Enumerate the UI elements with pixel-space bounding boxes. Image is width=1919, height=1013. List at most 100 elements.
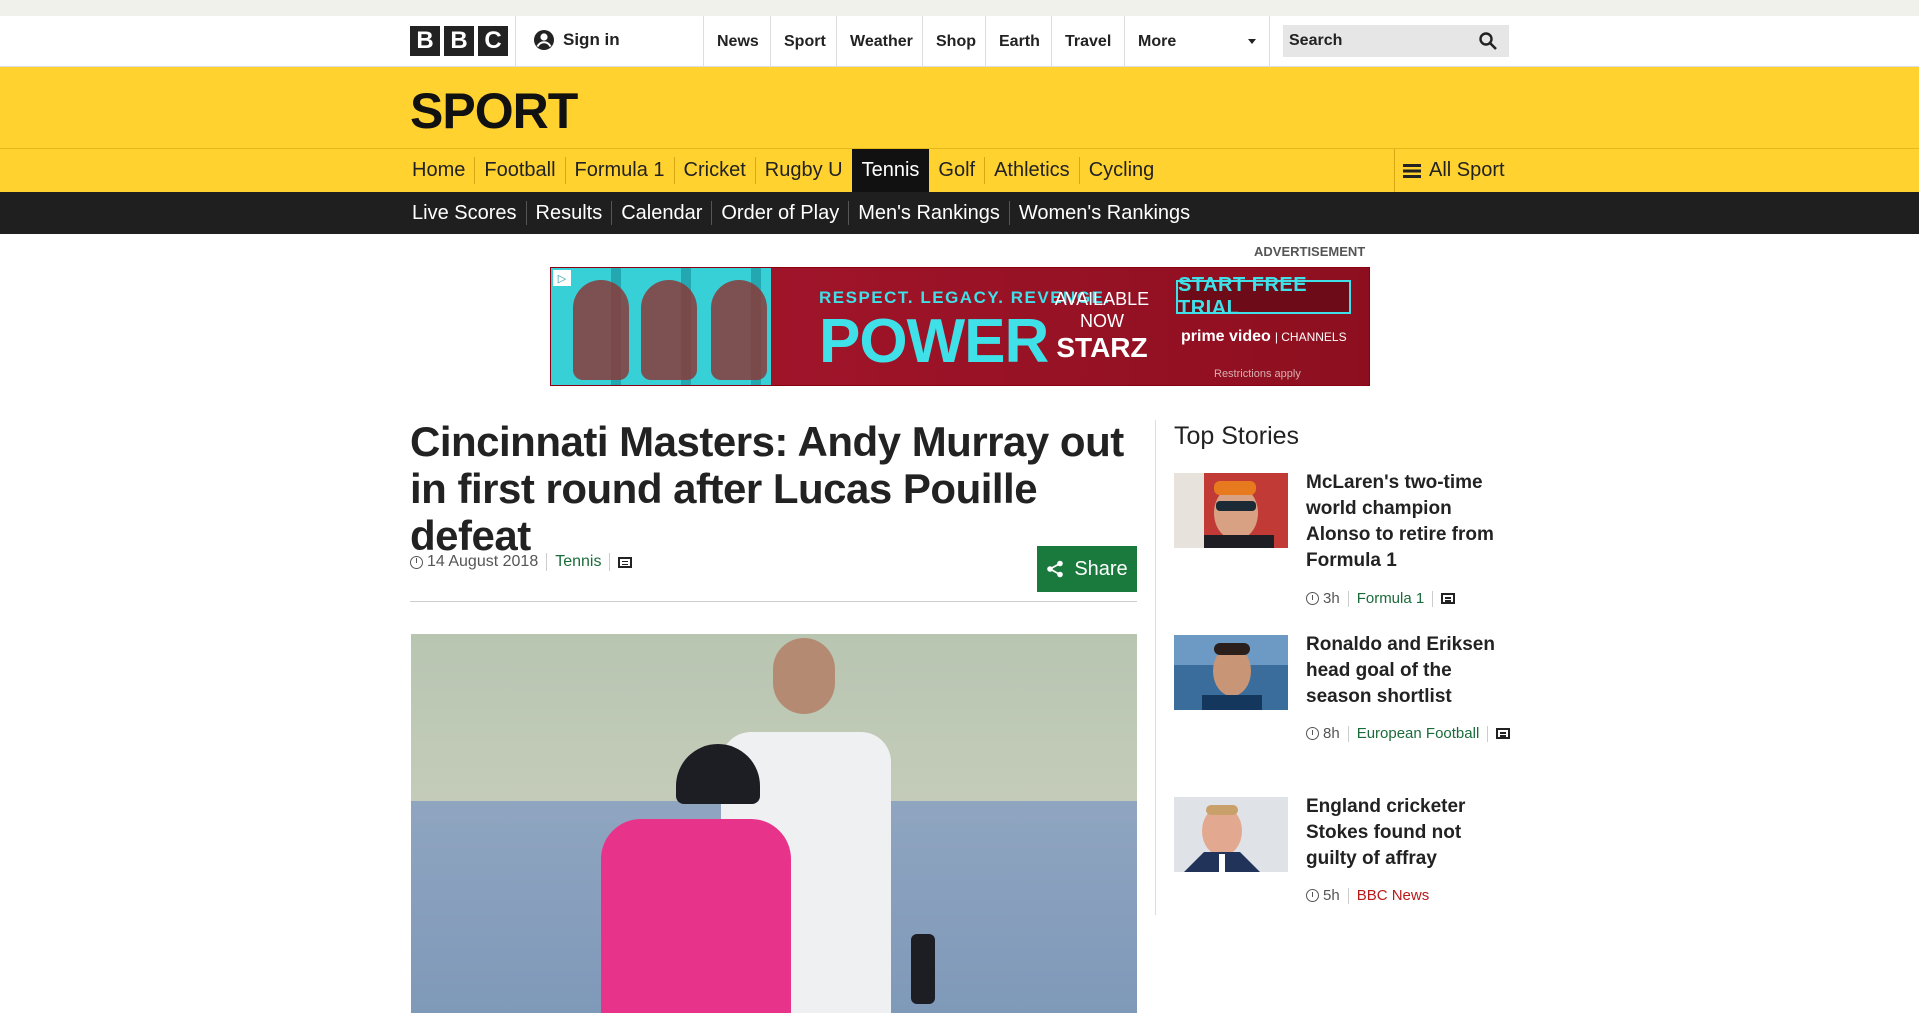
search-icon[interactable] <box>1479 32 1497 50</box>
story-meta: 5h BBC News <box>1306 887 1514 904</box>
top-story-item[interactable]: Ronaldo and Eriksen head goal of the sea… <box>1174 632 1514 775</box>
story-thumbnail[interactable] <box>1174 635 1288 710</box>
sport-nav-rugby-union[interactable]: Rugby U <box>754 157 852 184</box>
all-sport-menu-button[interactable]: All Sport <box>1394 149 1505 192</box>
more-label: More <box>1138 32 1177 50</box>
story-title[interactable]: McLaren's two-time world champion Alonso… <box>1306 470 1514 574</box>
ad-faces-image <box>551 268 771 385</box>
story-title[interactable]: England cricketer Stokes found not guilt… <box>1306 794 1514 872</box>
logo-letter-b1: B <box>410 26 440 56</box>
logo-letter-b2: B <box>444 26 474 56</box>
advertisement-label: ADVERTISEMENT <box>1254 244 1366 259</box>
ad-restrictions: Restrictions apply <box>1214 368 1301 380</box>
sport-nav-cricket[interactable]: Cricket <box>673 157 755 184</box>
meta-divider <box>1432 590 1434 607</box>
sign-in-link[interactable]: Sign in <box>533 29 620 51</box>
sport-nav-home[interactable]: Home <box>410 157 474 184</box>
story-time: 3h <box>1323 590 1340 607</box>
nav-weather[interactable]: Weather <box>836 16 922 67</box>
clock-icon <box>1306 889 1319 902</box>
comment-icon[interactable] <box>1496 728 1511 739</box>
tennis-nav-calendar[interactable]: Calendar <box>611 201 711 225</box>
tennis-nav-live-scores[interactable]: Live Scores <box>410 201 526 225</box>
ad-availability: AVAILABLE NOW STARZ <box>1047 288 1157 363</box>
nav-divider <box>515 16 516 67</box>
sport-nav-athletics[interactable]: Athletics <box>984 157 1079 184</box>
nav-sport[interactable]: Sport <box>770 16 836 67</box>
story-title[interactable]: Ronaldo and Eriksen head goal of the sea… <box>1306 632 1514 710</box>
tennis-nav-womens-rankings[interactable]: Women's Rankings <box>1008 201 1199 225</box>
ad-start-trial-button[interactable]: START FREE TRIAL <box>1176 274 1351 319</box>
ad-face <box>711 280 767 380</box>
logo-letter-c: C <box>478 26 508 56</box>
article-main-image <box>411 634 1137 1013</box>
top-story-item[interactable]: England cricketer Stokes found not guilt… <box>1174 794 1514 907</box>
share-icon <box>1047 560 1064 578</box>
clock-icon <box>410 555 423 569</box>
share-button[interactable]: Share <box>1037 546 1137 592</box>
tennis-nav: Live Scores Results Calendar Order of Pl… <box>410 192 1199 234</box>
sport-nav-tennis[interactable]: Tennis <box>851 149 930 192</box>
story-meta: 8h European Football <box>1306 725 1514 742</box>
clock-icon <box>1306 592 1319 605</box>
nav-travel[interactable]: Travel <box>1051 16 1124 67</box>
user-icon <box>534 30 554 50</box>
sport-title[interactable]: SPORT <box>410 82 578 140</box>
ad-brand: POWER <box>819 307 1049 376</box>
sidebar-divider <box>1155 420 1156 915</box>
menu-icon <box>1403 163 1421 178</box>
sport-nav-football[interactable]: Football <box>474 157 564 184</box>
top-story-item[interactable]: McLaren's two-time world champion Alonso… <box>1174 470 1514 613</box>
dropdown-caret-icon <box>1248 39 1256 44</box>
sport-nav-cycling[interactable]: Cycling <box>1078 157 1164 184</box>
nav-more-dropdown[interactable]: More <box>1124 16 1270 67</box>
ad-face <box>641 280 697 380</box>
all-sport-label: All Sport <box>1429 159 1505 181</box>
ad-network: STARZ <box>1056 332 1148 363</box>
browser-top-strip <box>0 0 1919 16</box>
top-stories-title: Top Stories <box>1174 422 1300 450</box>
nav-earth[interactable]: Earth <box>985 16 1051 67</box>
advertisement-banner[interactable]: ▷ RESPECT. LEGACY. REVENGE. POWER AVAILA… <box>550 267 1370 386</box>
meta-divider <box>546 553 548 571</box>
tennis-nav-order-of-play[interactable]: Order of Play <box>711 201 848 225</box>
story-time: 8h <box>1323 725 1340 742</box>
comment-icon[interactable] <box>618 556 633 568</box>
photo-player-pouille <box>601 819 791 1013</box>
meta-divider <box>1347 725 1349 742</box>
ad-partner: prime video | CHANNELS <box>1181 328 1347 346</box>
article-meta: 14 August 2018 Tennis <box>410 553 633 571</box>
story-thumbnail[interactable] <box>1174 797 1288 872</box>
share-label: Share <box>1074 557 1128 580</box>
sport-nav-formula-1[interactable]: Formula 1 <box>564 157 674 184</box>
sport-nav-golf[interactable]: Golf <box>929 157 984 184</box>
article-headline: Cincinnati Masters: Andy Murray out in f… <box>410 418 1124 559</box>
story-section-link[interactable]: BBC News <box>1357 887 1430 904</box>
search-input[interactable]: Search <box>1289 32 1342 50</box>
ad-partner-channels: | CHANNELS <box>1274 330 1347 344</box>
tennis-nav-results[interactable]: Results <box>525 201 612 225</box>
article-divider <box>410 601 1137 602</box>
photo-player-head <box>773 638 835 714</box>
adchoices-icon[interactable]: ▷ <box>553 270 571 286</box>
story-section-link[interactable]: European Football <box>1357 725 1480 742</box>
story-thumbnail[interactable] <box>1174 473 1288 548</box>
article-section-link[interactable]: Tennis <box>555 553 601 571</box>
nav-news[interactable]: News <box>703 16 770 67</box>
tennis-nav-mens-rankings[interactable]: Men's Rankings <box>848 201 1009 225</box>
meta-divider <box>1347 887 1349 904</box>
story-time: 5h <box>1323 887 1340 904</box>
sport-header-band <box>0 67 1919 149</box>
search-box[interactable]: Search <box>1283 25 1509 57</box>
clock-icon <box>1306 727 1319 740</box>
story-meta: 3h Formula 1 <box>1306 590 1514 607</box>
story-section-link[interactable]: Formula 1 <box>1357 590 1425 607</box>
ad-face <box>573 280 629 380</box>
photo-wristband <box>911 934 935 1004</box>
nav-shop[interactable]: Shop <box>922 16 985 67</box>
comment-icon[interactable] <box>1441 593 1456 604</box>
sign-in-label: Sign in <box>563 30 620 49</box>
bbc-logo[interactable]: B B C <box>410 26 508 56</box>
meta-divider <box>1347 590 1349 607</box>
ad-now: NOW <box>1080 311 1124 331</box>
